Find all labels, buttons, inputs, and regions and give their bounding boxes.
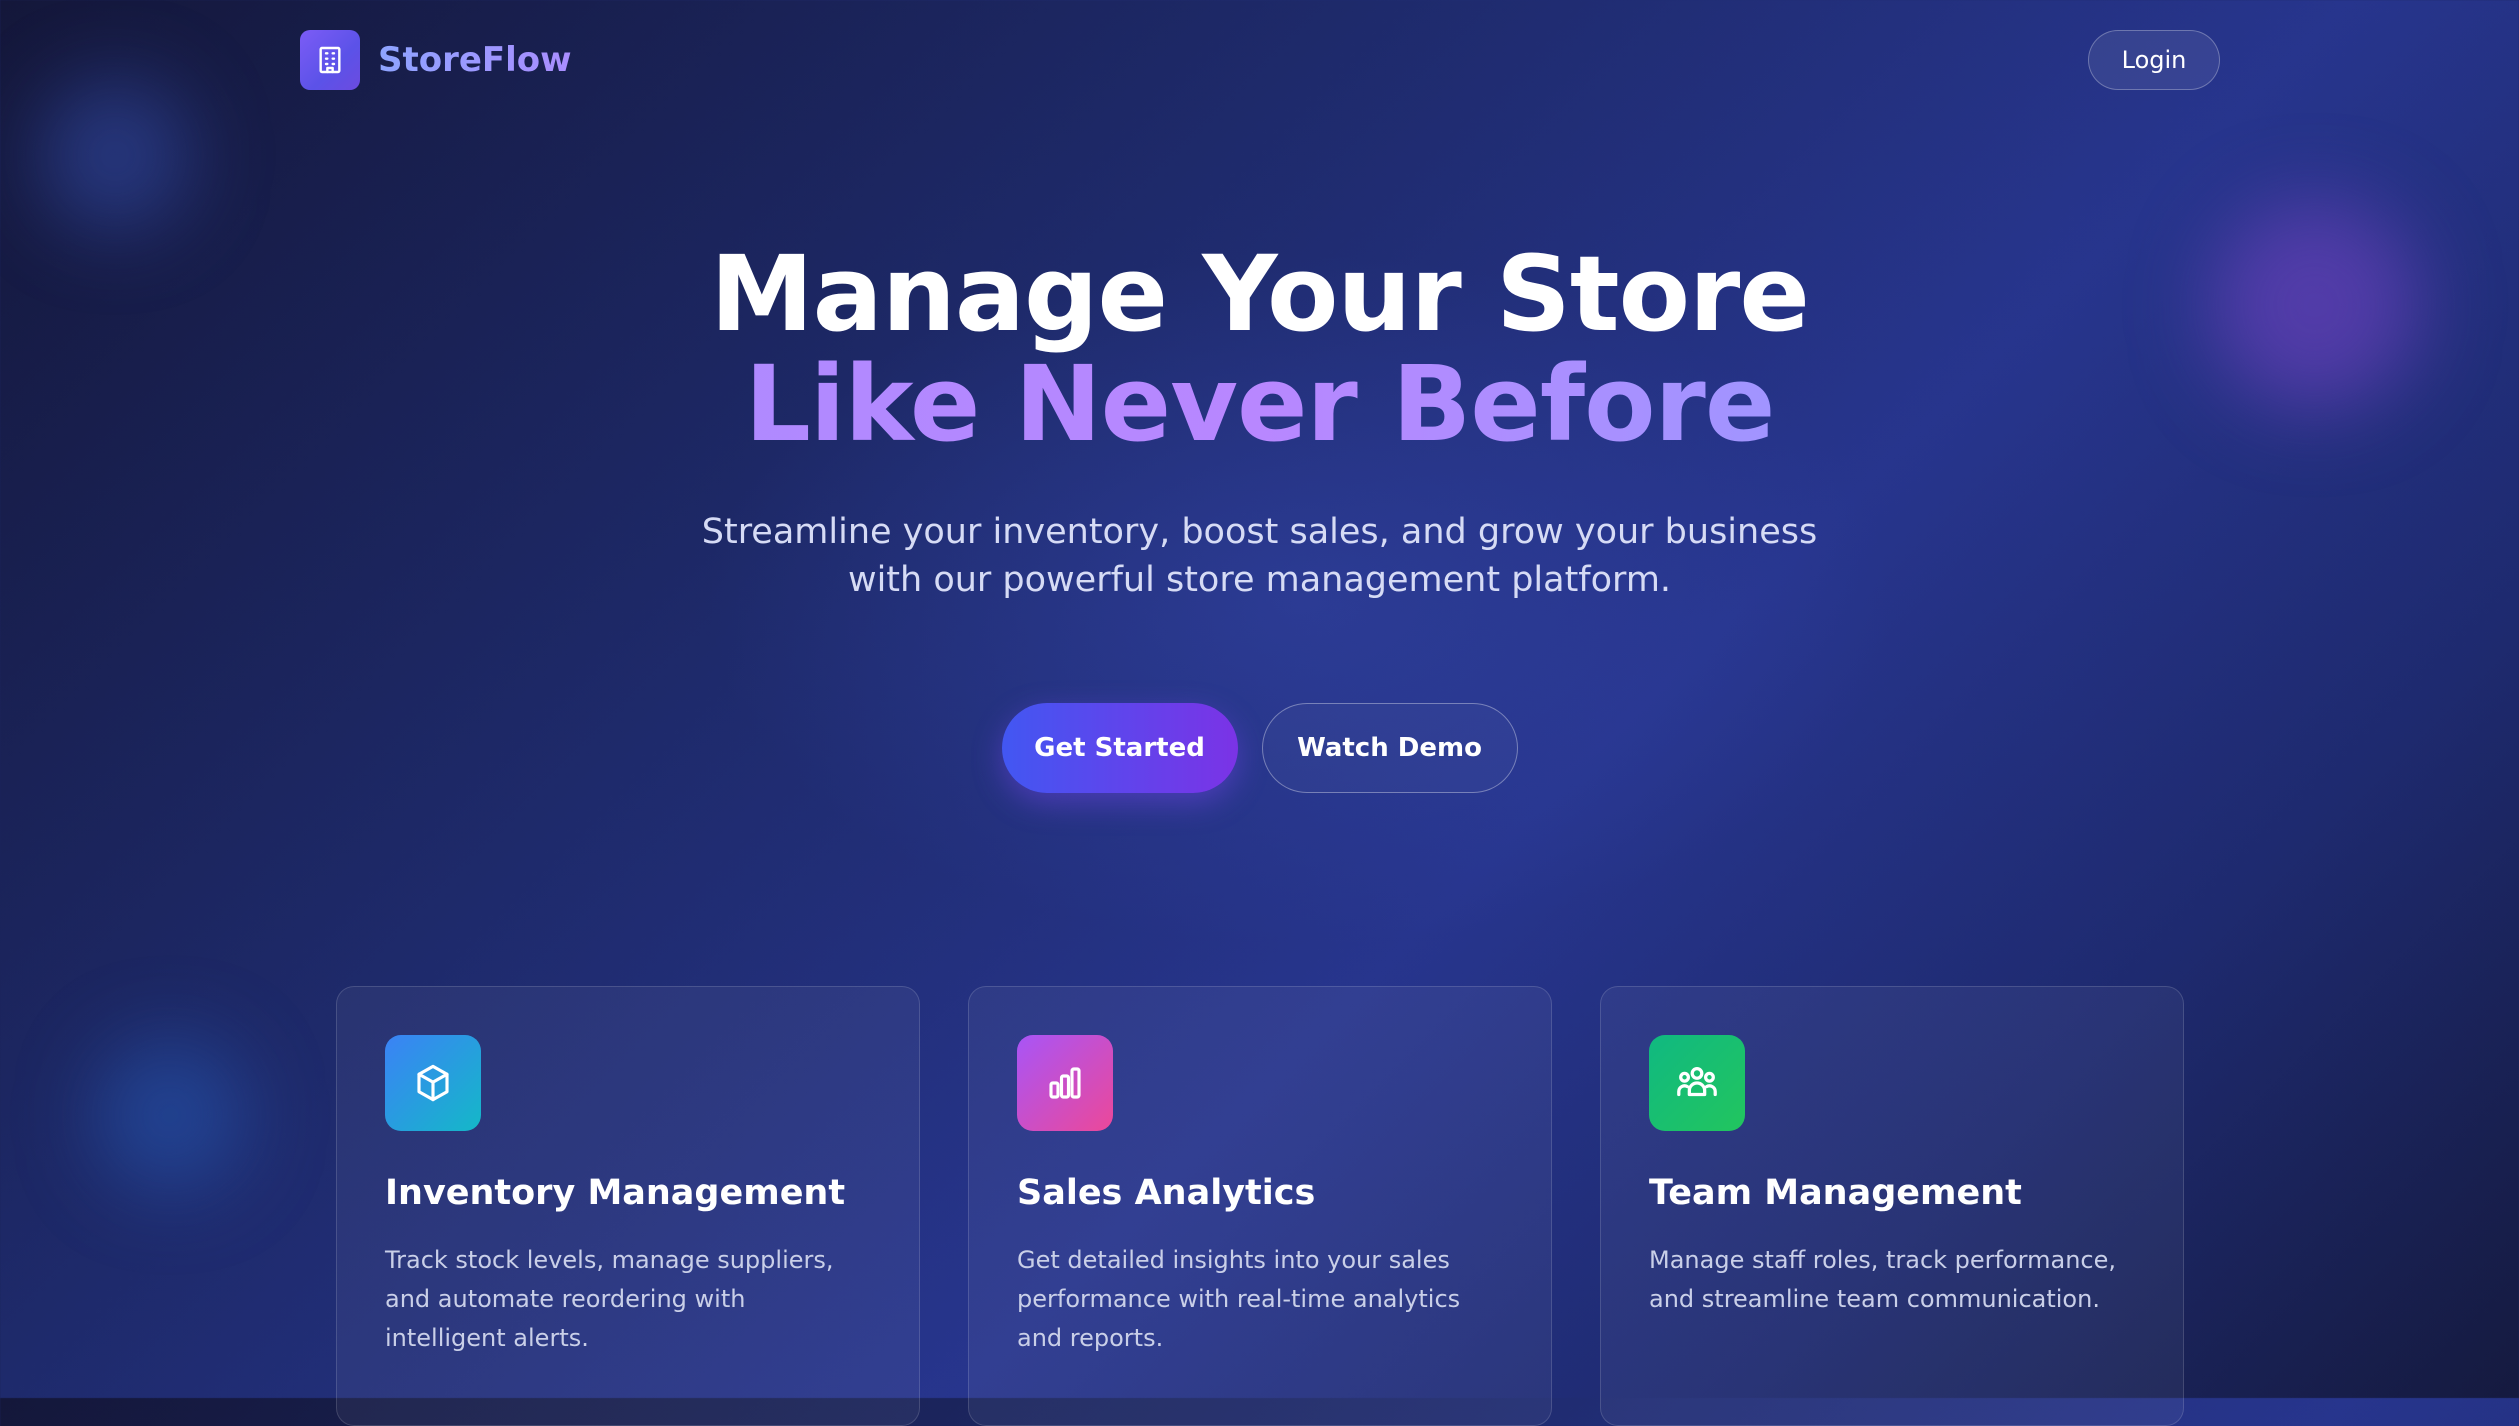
feature-description: Track stock levels, manage suppliers, an… bbox=[385, 1246, 834, 1352]
hero-title: Manage Your Store bbox=[710, 233, 1810, 355]
feature-card-inventory: Inventory Management Track stock levels,… bbox=[336, 986, 920, 1426]
building-icon bbox=[300, 30, 360, 90]
users-icon bbox=[1649, 1035, 1745, 1131]
brand[interactable]: StoreFlow bbox=[300, 30, 572, 90]
feature-card-team: Team Management Manage staff roles, trac… bbox=[1600, 986, 2184, 1426]
watch-demo-button[interactable]: Watch Demo bbox=[1261, 703, 1518, 793]
feature-description: Manage staff roles, track performance, a… bbox=[1649, 1246, 2117, 1313]
top-nav: StoreFlow Login bbox=[300, 30, 2220, 92]
bar-chart-icon bbox=[1017, 1035, 1113, 1131]
feature-title: Team Management bbox=[1649, 1173, 2022, 1213]
background-glow bbox=[40, 80, 190, 230]
feature-title: Inventory Management bbox=[385, 1173, 846, 1213]
feature-cards: Inventory Management Track stock levels,… bbox=[336, 986, 2184, 1426]
feature-title: Sales Analytics bbox=[1017, 1173, 1316, 1213]
login-button[interactable]: Login bbox=[2088, 30, 2220, 90]
feature-card-analytics: Sales Analytics Get detailed insights in… bbox=[968, 986, 1552, 1426]
cta-row: Get Started Watch Demo bbox=[0, 703, 2519, 793]
hero-subtitle: Streamline your inventory, boost sales, … bbox=[701, 512, 1818, 600]
brand-name: StoreFlow bbox=[378, 40, 572, 80]
hero-section: Manage Your Store Like Never Before Stre… bbox=[0, 240, 2519, 604]
get-started-button[interactable]: Get Started bbox=[1001, 703, 1238, 793]
background-glow bbox=[95, 1040, 245, 1190]
cube-icon bbox=[385, 1035, 481, 1131]
hero-title-accent: Like Never Before bbox=[0, 348, 2519, 460]
feature-description: Get detailed insights into your sales pe… bbox=[1017, 1246, 1461, 1352]
